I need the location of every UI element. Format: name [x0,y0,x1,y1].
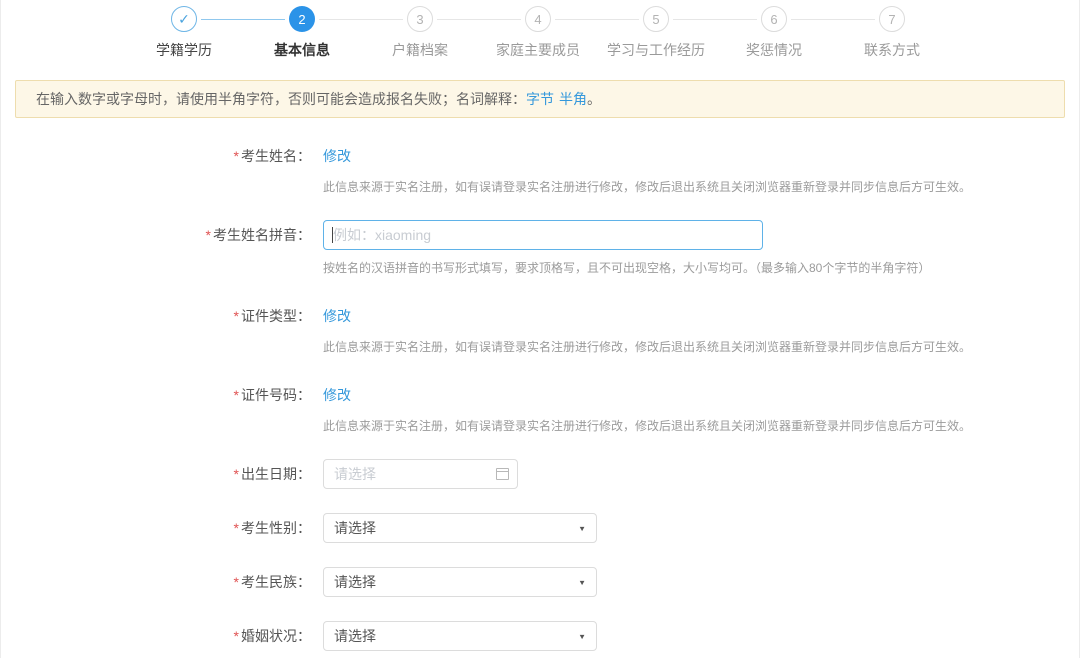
notice-text: 在输入数字或字母时，请使用半角字符，否则可能会造成报名失败；名词解释： [36,91,526,107]
id-number-row: *证件号码： 修改 此信息来源于实名注册，如有误请登录实名注册进行修改，修改后退… [1,380,1079,435]
step-connector [791,19,875,20]
step-3-household-archive[interactable]: 3 户籍档案 [361,6,479,60]
modify-id-type-link[interactable]: 修改 [323,301,351,331]
step-5-study-work-history[interactable]: 5 学习与工作经历 [597,6,715,60]
glossary-halfwidth-link[interactable]: 半角 [559,91,587,107]
step-label: 基本信息 [274,40,330,60]
step-number: 3 [407,6,433,32]
modify-name-link[interactable]: 修改 [323,141,351,171]
required-marker: * [206,227,211,243]
step-label: 学籍学历 [156,40,212,60]
required-marker: * [234,628,239,644]
step-2-basic-info[interactable]: 2 基本信息 [243,6,361,60]
pinyin-row: *考生姓名拼音： 按姓名的汉语拼音的书写形式填写，要求顶格写，且不可出现空格，大… [1,220,1079,277]
marital-status-label: *婚姻状况： [1,621,311,651]
halfwidth-notice-banner: 在输入数字或字母时，请使用半角字符，否则可能会造成报名失败；名词解释：字节半角。 [15,80,1065,118]
notice-suffix: 。 [587,91,601,107]
text-caret [332,227,333,243]
pinyin-hint: 按姓名的汉语拼音的书写形式填写，要求顶格写，且不可出现空格，大小写均可。（最多输… [323,260,930,277]
gender-row: *考生性别： 请选择 ▼ [1,513,1079,543]
step-label: 户籍档案 [392,40,448,60]
step-label: 家庭主要成员 [496,40,580,60]
step-connector [201,19,285,20]
step-number: 6 [761,6,787,32]
required-marker: * [234,466,239,482]
step-label: 奖惩情况 [746,40,802,60]
candidate-name-row: *考生姓名： 修改 此信息来源于实名注册，如有误请登录实名注册进行修改，修改后退… [1,141,1079,196]
step-number: 2 [289,6,315,32]
step-progress: ✓ 学籍学历 2 基本信息 3 户籍档案 4 家庭主要成员 5 学习与工作经历 … [1,0,1079,60]
birth-date-row: *出生日期： [1,459,1079,489]
step-label: 学习与工作经历 [607,40,705,60]
birth-date-label: *出生日期： [1,459,311,489]
ethnicity-select[interactable]: 请选择 ▼ [323,567,597,597]
ethnicity-row: *考生民族： 请选择 ▼ [1,567,1079,597]
selected-value: 请选择 [334,626,376,646]
step-label: 联系方式 [864,40,920,60]
birth-date-input[interactable] [323,459,518,489]
glossary-byte-link[interactable]: 字节 [526,91,554,107]
modify-id-number-link[interactable]: 修改 [323,380,351,410]
id-type-label: *证件类型： [1,301,311,331]
gender-label: *考生性别： [1,513,311,543]
chevron-down-icon: ▼ [578,578,586,586]
gender-select[interactable]: 请选择 ▼ [323,513,597,543]
pinyin-input[interactable] [323,220,763,250]
candidate-name-label: *考生姓名： [1,141,311,171]
step-connector [319,19,403,20]
id-number-label: *证件号码： [1,380,311,410]
step-1-school-record[interactable]: ✓ 学籍学历 [125,6,243,60]
step-4-family-members[interactable]: 4 家庭主要成员 [479,6,597,60]
step-done-check-icon: ✓ [171,6,197,32]
calendar-icon[interactable] [496,468,509,480]
step-7-contact-info[interactable]: 7 联系方式 [833,6,951,60]
marital-status-row: *婚姻状况： 请选择 ▼ [1,621,1079,651]
realname-note: 此信息来源于实名注册，如有误请登录实名注册进行修改，修改后退出系统且关闭浏览器重… [323,179,971,196]
required-marker: * [234,387,239,403]
ethnicity-label: *考生民族： [1,567,311,597]
required-marker: * [234,308,239,324]
required-marker: * [234,520,239,536]
step-number: 5 [643,6,669,32]
selected-value: 请选择 [334,518,376,538]
marital-status-select[interactable]: 请选择 ▼ [323,621,597,651]
registration-form-page: ✓ 学籍学历 2 基本信息 3 户籍档案 4 家庭主要成员 5 学习与工作经历 … [0,0,1080,658]
realname-note: 此信息来源于实名注册，如有误请登录实名注册进行修改，修改后退出系统且关闭浏览器重… [323,418,971,435]
required-marker: * [234,148,239,164]
basic-info-form: *考生姓名： 修改 此信息来源于实名注册，如有误请登录实名注册进行修改，修改后退… [1,141,1079,651]
step-connector [555,19,639,20]
step-6-rewards-punishments[interactable]: 6 奖惩情况 [715,6,833,60]
chevron-down-icon: ▼ [578,524,586,532]
pinyin-label: *考生姓名拼音： [1,220,311,250]
step-number: 4 [525,6,551,32]
id-type-row: *证件类型： 修改 此信息来源于实名注册，如有误请登录实名注册进行修改，修改后退… [1,301,1079,356]
step-connector [437,19,521,20]
chevron-down-icon: ▼ [578,632,586,640]
step-number: 7 [879,6,905,32]
step-connector [673,19,757,20]
required-marker: * [234,574,239,590]
selected-value: 请选择 [334,572,376,592]
realname-note: 此信息来源于实名注册，如有误请登录实名注册进行修改，修改后退出系统且关闭浏览器重… [323,339,971,356]
